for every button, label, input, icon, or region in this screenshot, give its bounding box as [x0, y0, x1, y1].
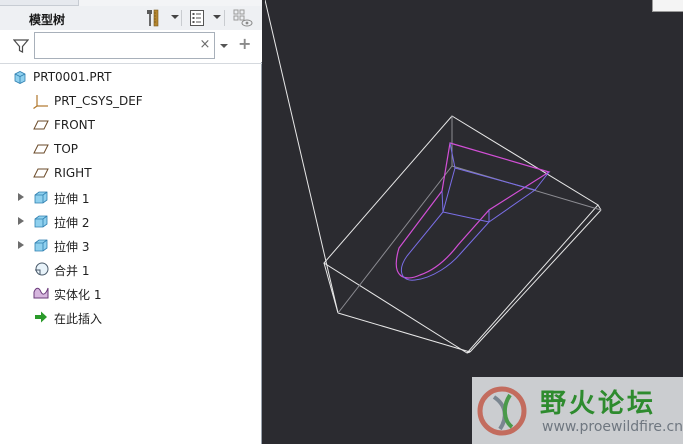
- tree-search-input[interactable]: [34, 32, 215, 59]
- base-block-wireframe: [265, 0, 602, 354]
- tree-item-label: 拉伸 3: [54, 240, 90, 254]
- extrude-icon: [34, 239, 48, 252]
- merge-icon: [35, 262, 49, 276]
- watermark-title: 野火论坛: [540, 389, 657, 419]
- tree-item-label: RIGHT: [54, 166, 92, 180]
- model-tree-header: 模型树: [0, 6, 262, 30]
- tree-item-label: 拉伸 2: [54, 216, 90, 230]
- tree-tools-button[interactable]: [145, 9, 165, 27]
- tree-item-label: FRONT: [54, 118, 95, 132]
- expand-arrow-icon[interactable]: [18, 241, 24, 249]
- tree-item-extrude-2[interactable]: 拉伸 2: [0, 210, 240, 232]
- tree-item-front[interactable]: FRONT: [0, 114, 240, 136]
- forum-watermark: 野火论坛 www.proewildfire.cn: [472, 377, 683, 444]
- base-block-hidden-edges: [337, 116, 602, 314]
- tree-item-label: 合并 1: [54, 264, 90, 278]
- grid-eye-icon: [233, 9, 253, 27]
- toolbar-separator: [224, 10, 225, 26]
- clear-search-icon[interactable]: ×: [198, 38, 212, 52]
- hammer-ruler-icon: [147, 9, 159, 27]
- search-options-caret[interactable]: [220, 44, 228, 48]
- search-row: × +: [0, 30, 262, 62]
- expand-arrow-icon[interactable]: [18, 193, 24, 201]
- watermark-url: www.proewildfire.cn: [542, 419, 683, 435]
- tree-item-insert-here[interactable]: 在此插入: [0, 306, 240, 328]
- toolbar-separator: [181, 10, 182, 26]
- datum-plane-icon: [33, 120, 49, 130]
- tree-item-label: PRT_CSYS_DEF: [54, 94, 143, 108]
- tree-item-extrude-3[interactable]: 拉伸 3: [0, 234, 240, 256]
- tree-item-solidify-1[interactable]: 实体化 1: [0, 282, 240, 304]
- tree-item-label: PRT0001.PRT: [33, 70, 112, 84]
- tree-filter-settings-button[interactable]: [233, 9, 253, 29]
- flame-logo-icon: [477, 386, 527, 436]
- tree-item-extrude-1[interactable]: 拉伸 1: [0, 186, 240, 208]
- expand-arrow-icon[interactable]: [18, 217, 24, 225]
- add-icon[interactable]: +: [238, 36, 252, 52]
- tree-item-label: TOP: [54, 142, 79, 156]
- extrude-icon: [34, 191, 48, 204]
- tree-item-right[interactable]: RIGHT: [0, 162, 240, 184]
- view-control-corner[interactable]: [652, 0, 683, 12]
- panel-title: 模型树: [29, 13, 66, 27]
- show-dropdown-caret[interactable]: [213, 15, 221, 19]
- insert-here-arrow-icon: [35, 311, 47, 323]
- part-icon: [14, 71, 26, 84]
- pocket-floor-outline: [400, 142, 550, 281]
- model-tree-panel: 模型树 × + PRT0001.PRT PRT_CSYS_DEF FRONT T…: [0, 0, 262, 444]
- header-divider: [0, 63, 262, 64]
- datum-plane-icon: [33, 144, 49, 154]
- tree-item-part[interactable]: PRT0001.PRT: [0, 66, 240, 88]
- datum-plane-icon: [33, 168, 49, 178]
- solidify-icon: [33, 287, 49, 299]
- tree-item-label: 在此插入: [54, 312, 103, 326]
- filter-icon[interactable]: [13, 38, 29, 54]
- show-options-button[interactable]: [188, 9, 206, 27]
- tree-item-label: 实体化 1: [54, 288, 102, 302]
- pocket-top-outline: [395, 142, 551, 279]
- csys-icon: [33, 95, 48, 109]
- tree-item-label: 拉伸 1: [54, 192, 90, 206]
- tree-item-top[interactable]: TOP: [0, 138, 240, 160]
- tools-dropdown-caret[interactable]: [171, 15, 179, 19]
- tree-item-merge-1[interactable]: 合并 1: [0, 258, 240, 280]
- tree-item-csys[interactable]: PRT_CSYS_DEF: [0, 90, 240, 112]
- extrude-icon: [34, 215, 48, 228]
- list-icon: [190, 10, 204, 26]
